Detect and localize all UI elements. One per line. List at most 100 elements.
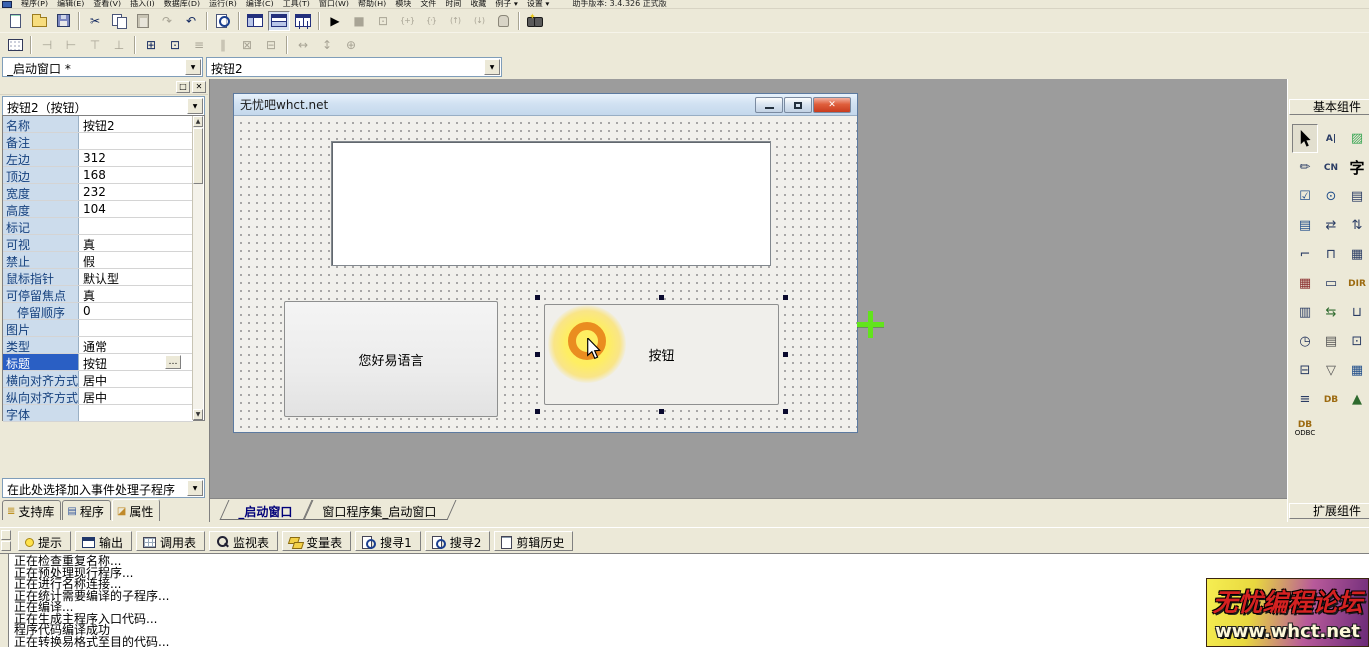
property-value[interactable]: 104 [79, 201, 193, 217]
property-value[interactable] [79, 133, 193, 149]
form-body-grid[interactable]: 您好易语言 按钮 [234, 116, 857, 432]
remote-computer-component-icon[interactable]: ⇆ [1318, 298, 1344, 327]
menu-item-文件[interactable]: 文件 [420, 0, 436, 7]
property-row-横向对齐方式[interactable]: 横向对齐方式居中 [3, 371, 193, 388]
clip-history-button[interactable]: 剪辑历史 [494, 531, 573, 551]
chevron-down-icon[interactable] [185, 59, 201, 75]
property-value[interactable]: 居中 [79, 388, 193, 404]
form-button-hello[interactable]: 您好易语言 [284, 301, 498, 417]
designer-tab-_启动窗口[interactable]: _启动窗口 [220, 500, 313, 520]
panel-tab-支持库[interactable]: ≣支持库 [2, 500, 61, 520]
funnel-component-icon[interactable]: ▽ [1318, 356, 1344, 385]
menu-item-设置 ▾[interactable]: 设置 ▾ [527, 0, 550, 7]
basic-components-header[interactable]: 基本组件 [1289, 99, 1369, 115]
form-designer-icon[interactable] [4, 35, 26, 55]
menu-item-工具(T)[interactable]: 工具(T) [283, 0, 310, 7]
menu-item-例子 ▾[interactable]: 例子 ▾ [495, 0, 518, 7]
edit-component-icon[interactable]: ✏ [1292, 153, 1318, 182]
db-text-component-icon[interactable]: ≡ [1292, 385, 1318, 414]
printer-component-icon[interactable]: ▤ [1318, 327, 1344, 356]
property-value[interactable]: 按钮2 [79, 116, 193, 132]
groupbox-component-icon[interactable]: ⊔ [1344, 298, 1369, 327]
menu-item-插入(I)[interactable]: 插入(I) [130, 0, 155, 7]
property-row-宽度[interactable]: 宽度232 [3, 184, 193, 201]
richedit-component-icon[interactable]: ▤ [1344, 182, 1369, 211]
object-selector-combo[interactable]: 按钮2（按钮） [2, 96, 205, 116]
component-selector-combo[interactable]: 按钮2 [206, 57, 502, 77]
same-width-icon[interactable]: ⊞ [140, 35, 162, 55]
selection-handle[interactable] [783, 295, 788, 300]
property-row-类型[interactable]: 类型通常 [3, 337, 193, 354]
new-file-icon[interactable] [4, 11, 26, 31]
property-value[interactable]: 假 [79, 252, 193, 268]
menu-item-查看(V)[interactable]: 查看(V) [93, 0, 121, 7]
property-row-左边[interactable]: 左边312 [3, 150, 193, 167]
chevron-down-icon[interactable] [187, 480, 203, 496]
property-row-字体[interactable]: 字体 [3, 405, 193, 422]
combobox-component-icon[interactable]: CN [1318, 153, 1344, 182]
call-table-button[interactable]: 调用表 [136, 531, 205, 551]
hscrollbar-component-icon[interactable]: ⇄ [1318, 211, 1344, 240]
char-label-component-icon[interactable]: 字 [1344, 153, 1369, 182]
property-value[interactable]: 0 [79, 303, 193, 319]
property-value[interactable]: 真 [79, 235, 193, 251]
open-file-icon[interactable] [28, 11, 50, 31]
edit-box-component[interactable] [331, 141, 771, 266]
selection-handle[interactable] [535, 295, 540, 300]
tab-component-icon[interactable]: ⊓ [1318, 240, 1344, 269]
event-handler-combo[interactable]: 在此处选择加入事件处理子程序 [2, 478, 205, 498]
property-value[interactable]: 按钮… [79, 354, 193, 370]
checkbox-component-icon[interactable]: ☑ [1292, 182, 1318, 211]
property-value[interactable]: 通常 [79, 337, 193, 353]
menu-item-编译(C)[interactable]: 编译(C) [246, 0, 274, 7]
close-icon[interactable]: ✕ [813, 97, 851, 113]
datagrid-component-icon[interactable]: ▦ [1344, 356, 1369, 385]
menu-item-程序(P)[interactable]: 程序(P) [21, 0, 48, 7]
panel-close-icon[interactable]: ✕ [192, 81, 206, 93]
scroll-down-icon[interactable]: ▼ [193, 409, 203, 420]
picture-component-icon[interactable]: ▨ [1344, 124, 1369, 153]
property-value[interactable]: 312 [79, 150, 193, 166]
db-source-component-icon[interactable]: DB [1318, 385, 1344, 414]
form-title-bar[interactable]: 无忧吧whct.net ✕ [234, 94, 857, 116]
property-value[interactable]: 默认型 [79, 269, 193, 285]
property-row-标题[interactable]: 标题按钮… [3, 354, 193, 371]
chevron-down-icon[interactable] [484, 59, 500, 75]
monitor-pair-component-icon[interactable]: ⊟ [1292, 356, 1318, 385]
center-in-form-icon[interactable]: ⊡ [164, 35, 186, 55]
pointer-tool-icon[interactable] [1292, 124, 1318, 153]
property-row-鼠标指针[interactable]: 鼠标指针默认型 [3, 269, 193, 286]
odbc-component-icon[interactable]: DBODBC [1292, 414, 1318, 443]
selection-handle[interactable] [535, 352, 540, 357]
selection-handle[interactable] [783, 409, 788, 414]
menu-item-时间[interactable]: 时间 [445, 0, 461, 7]
chart-component-icon[interactable]: ▲ [1344, 385, 1369, 414]
copy-icon[interactable] [108, 11, 130, 31]
property-value[interactable]: 居中 [79, 371, 193, 387]
property-value[interactable]: 真 [79, 286, 193, 302]
output-log-panel[interactable]: 正在检查重复名称...正在预处理现行程序...正在进行名称连接...正在统计需要… [0, 553, 1369, 647]
property-row-可停留焦点[interactable]: 可停留焦点真 [3, 286, 193, 303]
menu-item-数据库(D)[interactable]: 数据库(D) [164, 0, 200, 7]
property-value[interactable] [79, 218, 193, 234]
property-row-可视[interactable]: 可视真 [3, 235, 193, 252]
chevron-down-icon[interactable] [187, 98, 203, 114]
property-grid-scrollbar[interactable]: ▲ ▼ [192, 116, 203, 420]
window-layout-bottom-icon[interactable] [268, 11, 290, 31]
dock-icon[interactable] [1, 541, 11, 551]
property-row-名称[interactable]: 名称按钮2 [3, 116, 193, 133]
undo-icon[interactable]: ↶ [180, 11, 202, 31]
extended-components-header[interactable]: 扩展组件 [1289, 503, 1369, 519]
clock-component-icon[interactable]: ◷ [1292, 327, 1318, 356]
window-layout-left-icon[interactable] [244, 11, 266, 31]
preview-icon[interactable] [212, 11, 234, 31]
property-row-停留顺序[interactable]: 停留顺序0 [3, 303, 193, 320]
editline-component-icon[interactable]: ▭ [1318, 269, 1344, 298]
property-value[interactable]: 232 [79, 184, 193, 200]
scroll-up-icon[interactable]: ▲ [193, 116, 203, 127]
property-value[interactable]: 168 [79, 167, 193, 183]
designer-tab-窗口程序集_启动窗口[interactable]: 窗口程序集_启动窗口 [304, 500, 457, 520]
updown-component-icon[interactable]: ⇅ [1344, 211, 1369, 240]
panel-maximize-icon[interactable]: □ [176, 81, 190, 93]
ellipsis-button[interactable]: … [165, 355, 181, 369]
